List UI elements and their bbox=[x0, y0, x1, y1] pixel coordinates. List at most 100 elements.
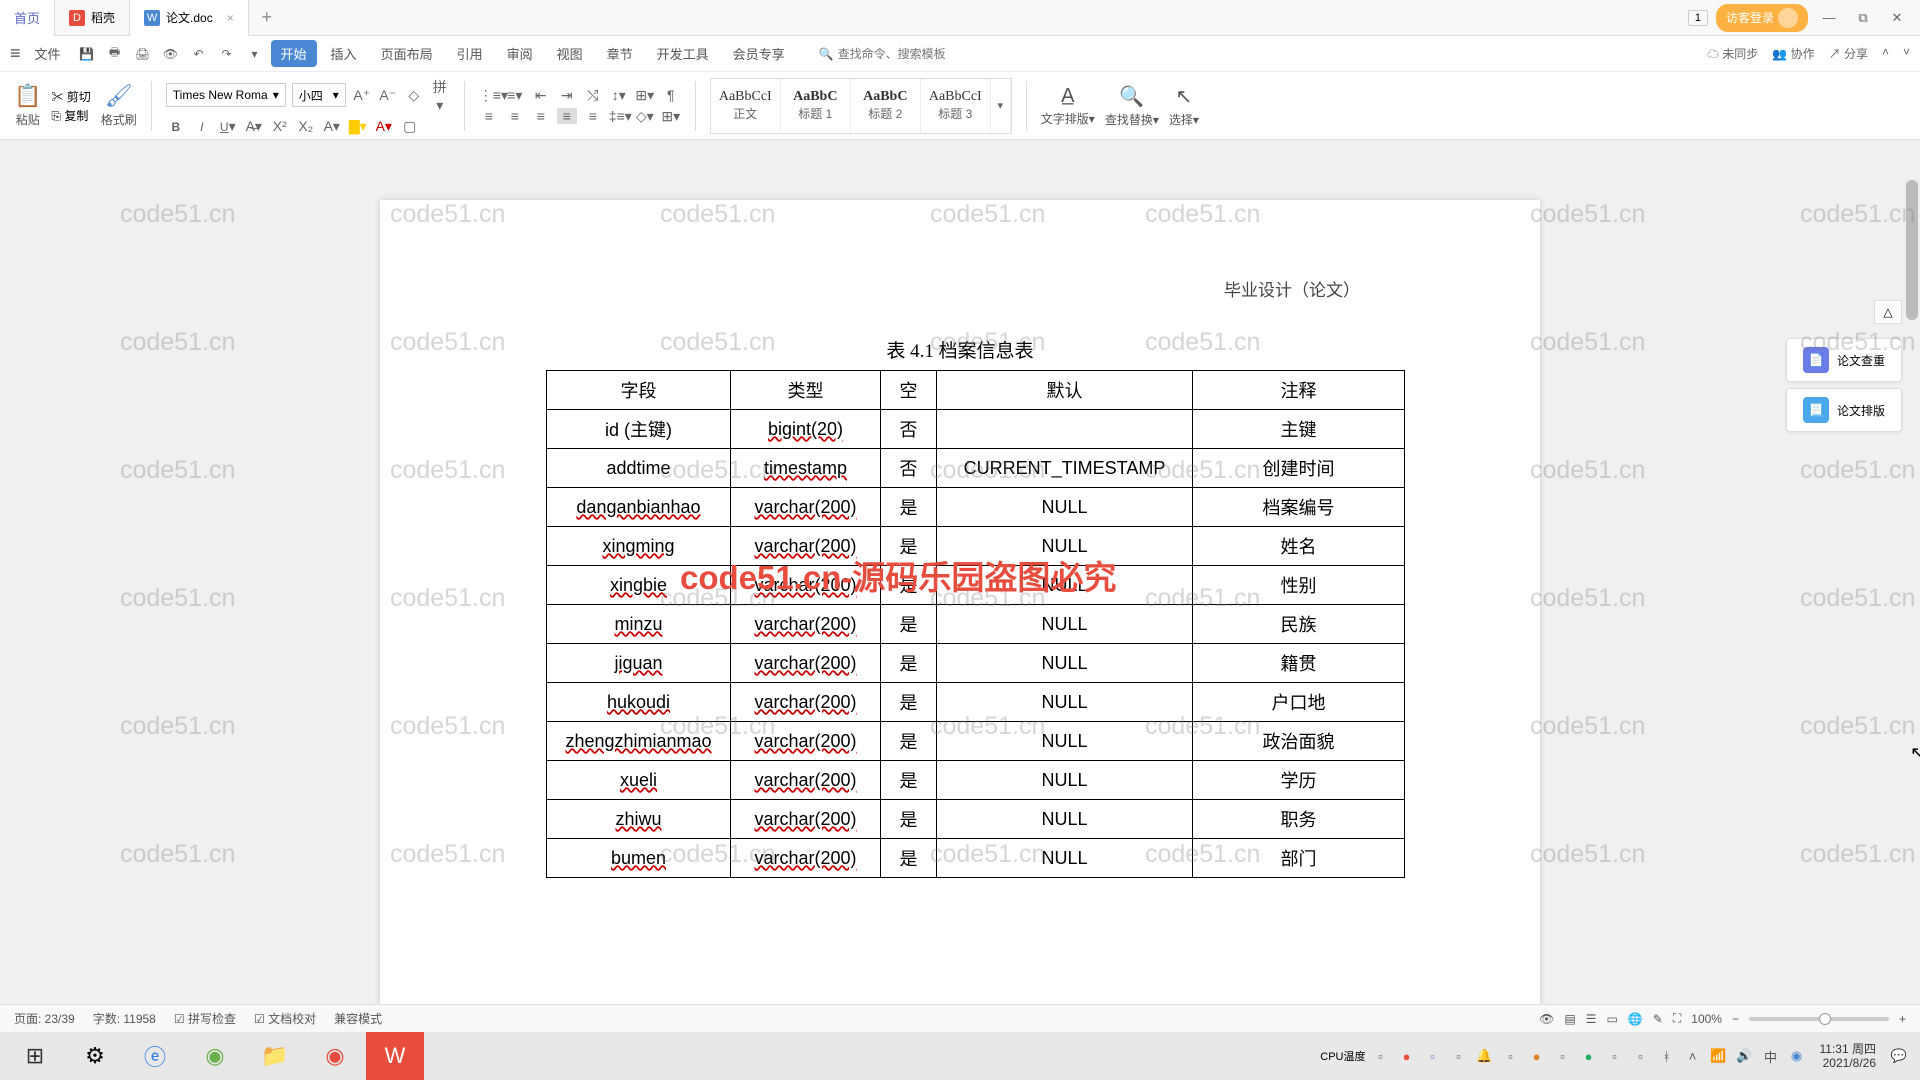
decrease-indent-icon[interactable]: ⇤ bbox=[531, 87, 551, 104]
tray-icon[interactable]: ▫ bbox=[1448, 1045, 1470, 1067]
preview-icon[interactable]: 👁 bbox=[159, 42, 183, 66]
word-count[interactable]: 字数: 11958 bbox=[93, 1010, 156, 1027]
tray-icon[interactable]: ▫ bbox=[1552, 1045, 1574, 1067]
grow-font-icon[interactable]: A⁺ bbox=[352, 87, 372, 104]
menu-pagelayout[interactable]: 页面布局 bbox=[371, 40, 443, 67]
menu-references[interactable]: 引用 bbox=[447, 40, 493, 67]
chevron-down-icon[interactable]: ˅ bbox=[1903, 45, 1910, 62]
strike-icon[interactable]: A̶▾ bbox=[244, 118, 264, 135]
increase-indent-icon[interactable]: ⇥ bbox=[557, 87, 577, 104]
tray-notification-icon[interactable]: 🔔 bbox=[1474, 1045, 1496, 1067]
command-search[interactable]: 🔍 bbox=[819, 47, 978, 61]
phonetic-icon[interactable]: 拼▾ bbox=[430, 77, 450, 114]
menu-insert[interactable]: 插入 bbox=[321, 40, 367, 67]
task-explorer[interactable]: 📁 bbox=[246, 1032, 304, 1080]
page-view-icon[interactable]: ▤ bbox=[1564, 1012, 1575, 1026]
tray-chevron-icon[interactable]: ˄ bbox=[1682, 1045, 1704, 1067]
italic-icon[interactable]: I bbox=[192, 118, 212, 134]
shrink-font-icon[interactable]: A⁻ bbox=[378, 87, 398, 104]
select-button[interactable]: ↖选择▾ bbox=[1169, 84, 1199, 128]
bluetooth-icon[interactable]: ᚼ bbox=[1656, 1045, 1678, 1067]
subscript-icon[interactable]: X₂ bbox=[296, 118, 316, 134]
hamburger-icon[interactable]: ≡ bbox=[10, 43, 21, 64]
size-select[interactable]: 小四▾ bbox=[292, 83, 346, 107]
copy-button[interactable]: ⎘ 复制 bbox=[51, 107, 90, 124]
tray-icon[interactable]: ▫ bbox=[1422, 1045, 1444, 1067]
panel-toggle-icon[interactable]: △ bbox=[1874, 300, 1902, 324]
close-icon[interactable]: × bbox=[227, 11, 234, 25]
ime-icon[interactable]: 中 bbox=[1760, 1045, 1782, 1067]
eye-icon[interactable]: 👁 bbox=[1539, 1012, 1554, 1026]
task-app-2[interactable]: ◉ bbox=[306, 1032, 364, 1080]
style-h2[interactable]: AaBbC标题 2 bbox=[851, 79, 921, 133]
login-button[interactable]: 访客登录 bbox=[1716, 4, 1808, 32]
search-input[interactable] bbox=[838, 47, 978, 61]
scroll-thumb[interactable] bbox=[1906, 180, 1918, 320]
bold-icon[interactable]: B bbox=[166, 118, 186, 134]
undo-icon[interactable]: ↶ bbox=[187, 42, 211, 66]
task-ie[interactable]: ⓔ bbox=[126, 1032, 184, 1080]
clear-format-icon[interactable]: ◇ bbox=[404, 87, 424, 104]
superscript-icon[interactable]: X² bbox=[270, 118, 290, 134]
task-wps[interactable]: W bbox=[366, 1032, 424, 1080]
menu-view[interactable]: 视图 bbox=[547, 40, 593, 67]
page-indicator[interactable]: 页面: 23/39 bbox=[14, 1010, 75, 1027]
share-button[interactable]: ↗ 分享 bbox=[1829, 45, 1868, 62]
paper-format-button[interactable]: 📃论文排版 bbox=[1786, 388, 1902, 432]
pen-icon[interactable]: ✎ bbox=[1653, 1012, 1663, 1026]
shading-icon[interactable]: ◇▾ bbox=[635, 108, 655, 125]
sync-status[interactable]: ☁ 未同步 bbox=[1707, 45, 1758, 62]
spell-check[interactable]: ☑ 拼写检查 bbox=[174, 1010, 236, 1027]
line-spacing-icon[interactable]: ‡≡▾ bbox=[609, 108, 629, 125]
chevron-up-icon[interactable]: ˄ bbox=[1882, 45, 1889, 62]
highlight-icon[interactable]: ▇▾ bbox=[348, 118, 368, 135]
page[interactable]: 毕业设计（论文） 表 4.1 档案信息表 字段类型空默认注释id (主键)big… bbox=[380, 200, 1540, 1032]
action-center-icon[interactable]: 💬 bbox=[1888, 1045, 1910, 1067]
font-select[interactable]: Times New Roma▾ bbox=[166, 83, 286, 107]
align-justify-icon[interactable]: ≡ bbox=[557, 108, 577, 124]
reading-view-icon[interactable]: ▭ bbox=[1607, 1012, 1618, 1026]
format-painter[interactable]: 🖌格式刷 bbox=[101, 83, 137, 128]
zoom-in-icon[interactable]: + bbox=[1899, 1012, 1906, 1026]
text-effect-icon[interactable]: A▾ bbox=[322, 118, 342, 135]
style-more[interactable]: ▾ bbox=[991, 79, 1011, 133]
outline-view-icon[interactable]: ☰ bbox=[1586, 1012, 1597, 1026]
align-left-icon[interactable]: ≡ bbox=[479, 108, 499, 124]
text-layout-button[interactable]: A̲文字排版▾ bbox=[1041, 85, 1095, 127]
font-color-icon[interactable]: A▾ bbox=[374, 118, 394, 135]
plagiarism-check-button[interactable]: 📄论文查重 bbox=[1786, 338, 1902, 382]
style-normal[interactable]: AaBbCcI正文 bbox=[711, 79, 781, 133]
collab-button[interactable]: 👥 协作 bbox=[1772, 45, 1814, 62]
style-gallery[interactable]: AaBbCcI正文 AaBbC标题 1 AaBbC标题 2 AaBbCcI标题 … bbox=[710, 78, 1012, 134]
paste-button[interactable]: 📋粘贴 bbox=[14, 83, 41, 128]
tab-daoke[interactable]: D稻壳 bbox=[55, 0, 130, 36]
doc-proof[interactable]: ☑ 文档校对 bbox=[254, 1010, 316, 1027]
task-edge[interactable]: ◉ bbox=[186, 1032, 244, 1080]
wifi-icon[interactable]: 📶 bbox=[1708, 1045, 1730, 1067]
tray-icon[interactable]: ● bbox=[1578, 1045, 1600, 1067]
close-window-icon[interactable]: ✕ bbox=[1884, 10, 1910, 26]
menu-review[interactable]: 审阅 bbox=[497, 40, 543, 67]
align-center-icon[interactable]: ≡ bbox=[505, 108, 525, 124]
tab-home[interactable]: 首页 bbox=[0, 0, 55, 36]
tray-icon[interactable]: ▫ bbox=[1370, 1045, 1392, 1067]
print-icon[interactable]: 🖨 bbox=[131, 42, 155, 66]
tray-icon[interactable]: ◉ bbox=[1786, 1045, 1808, 1067]
fit-icon[interactable]: ⛶ bbox=[1673, 1011, 1681, 1026]
temp-indicator[interactable]: CPU温度 bbox=[1320, 1048, 1365, 1064]
menu-start[interactable]: 开始 bbox=[271, 40, 317, 67]
menu-chapter[interactable]: 章节 bbox=[597, 40, 643, 67]
tab-add[interactable]: + bbox=[249, 7, 285, 28]
file-menu[interactable]: 文件 bbox=[25, 40, 71, 67]
align-right-icon[interactable]: ≡ bbox=[531, 108, 551, 124]
char-border-icon[interactable]: ▢ bbox=[400, 118, 420, 135]
clock[interactable]: 11:31 周四2021/8/26 bbox=[1812, 1042, 1884, 1070]
maximize-icon[interactable]: ⧉ bbox=[1850, 10, 1876, 26]
task-app-1[interactable]: ⚙ bbox=[66, 1032, 124, 1080]
tray-icon[interactable]: ▫ bbox=[1604, 1045, 1626, 1067]
zoom-slider[interactable] bbox=[1749, 1017, 1889, 1021]
show-marks-icon[interactable]: ¶ bbox=[661, 87, 681, 103]
cut-button[interactable]: ✂ 剪切 bbox=[51, 88, 90, 105]
data-table[interactable]: 字段类型空默认注释id (主键)bigint(20)否主键addtimetime… bbox=[546, 370, 1405, 878]
redo-icon[interactable]: ↷ bbox=[215, 42, 239, 66]
